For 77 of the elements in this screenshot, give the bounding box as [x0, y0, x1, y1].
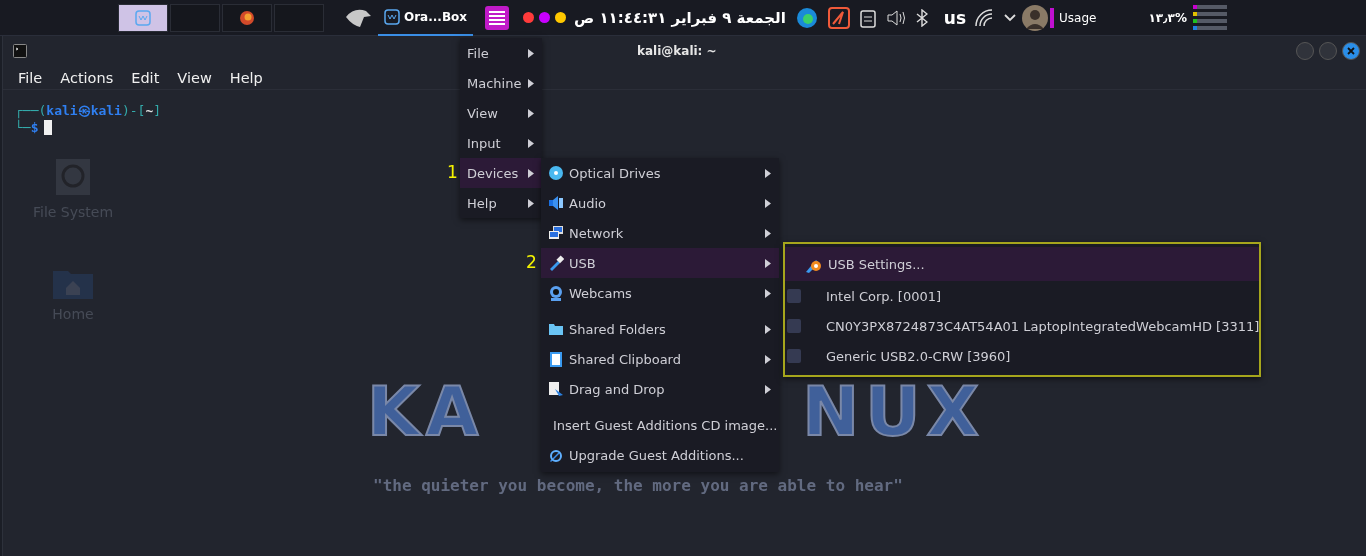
- annotation-number: 2: [526, 252, 537, 272]
- virtualbox-icon: [135, 9, 151, 26]
- usage-bar-icon: [1050, 7, 1055, 28]
- close-button[interactable]: [1342, 42, 1360, 60]
- submenu-arrow-icon: [528, 168, 534, 178]
- submenu-arrow-icon: [528, 48, 534, 58]
- menu-item[interactable]: Optical Drives: [541, 158, 779, 188]
- menu-item[interactable]: Webcams: [541, 278, 779, 308]
- usage-label: Usage: [1059, 10, 1097, 25]
- menu-item[interactable]: View: [168, 69, 221, 86]
- webcam-icon: [548, 285, 564, 301]
- annotation-number: 1: [447, 162, 458, 182]
- wallpaper-logo: KA: [367, 378, 485, 446]
- usage-meter: [1192, 12, 1227, 16]
- menu-item[interactable]: File: [460, 38, 542, 68]
- menu-item[interactable]: Shared Clipboard: [541, 344, 779, 374]
- usb-device-item[interactable]: CN0Y3PX8724873C4AT54A01 LaptopIntegratedWebcamHD [3311]: [785, 311, 1259, 341]
- pdf-icon[interactable]: [827, 6, 850, 29]
- wallpaper-tagline: "the quieter you become, the more you are able to hear": [373, 476, 903, 495]
- workspace-button[interactable]: [222, 3, 272, 32]
- edge-icon[interactable]: [795, 6, 818, 29]
- menu-item[interactable]: View: [460, 98, 542, 128]
- usage-value: ١٣٫٣%: [1148, 10, 1187, 25]
- prompt-text: ┌──(kali㉿kali)-[~]: [15, 102, 162, 120]
- menu-item[interactable]: Shared Folders: [541, 314, 779, 344]
- menu-item[interactable]: Input: [460, 128, 542, 158]
- menu-item[interactable]: USB Settings...: [785, 247, 1259, 281]
- volume-icon[interactable]: [885, 8, 906, 27]
- clock-text: الجمعة ٩ فبراير ١١:٤٤:٣١ ص: [574, 8, 786, 27]
- folder-icon: [548, 321, 564, 337]
- menu-item[interactable]: Edit: [122, 69, 169, 86]
- checkbox[interactable]: [787, 319, 801, 333]
- menu-item[interactable]: Help: [460, 188, 542, 218]
- menu-item[interactable]: Machine: [460, 68, 542, 98]
- keyboard-layout-text[interactable]: us: [943, 7, 967, 28]
- upgrade-icon: [548, 447, 564, 463]
- usage-meter: [1192, 26, 1227, 30]
- menu-item[interactable]: Upgrade Guest Additions...: [541, 440, 779, 470]
- menu-item[interactable]: Audio: [541, 188, 779, 218]
- avatar-icon[interactable]: [1022, 4, 1049, 31]
- clipboard-icon[interactable]: [859, 7, 876, 28]
- monitors-icon: [548, 225, 564, 241]
- close-icon: [1347, 47, 1355, 55]
- submenu-arrow-icon: [528, 108, 534, 118]
- menu-item[interactable]: Insert Guest Additions CD image...: [541, 410, 779, 440]
- disc-icon: [548, 165, 564, 181]
- menu-item[interactable]: File: [9, 69, 52, 86]
- submenu-arrow-icon: [528, 198, 534, 208]
- wallpaper-logo: NUX: [802, 378, 985, 446]
- usb-device-item[interactable]: Generic USB2.0-CRW [3960]: [785, 341, 1259, 371]
- usb-stick-icon: [548, 255, 564, 271]
- workspace-button[interactable]: [118, 3, 168, 32]
- usb-device-item[interactable]: Intel Corp. [0001]: [785, 281, 1259, 311]
- virtualbox-icon: [384, 8, 400, 25]
- usage-meter: [1192, 19, 1227, 23]
- menu-item[interactable]: Help: [220, 69, 272, 86]
- menu-item[interactable]: USB: [541, 248, 779, 278]
- checkbox[interactable]: [787, 289, 801, 303]
- text-cursor: [44, 120, 53, 135]
- checkbox[interactable]: [787, 349, 801, 363]
- menu-icon[interactable]: [485, 5, 510, 30]
- clipboard-icon: [548, 351, 564, 367]
- menu-item[interactable]: Network: [541, 218, 779, 248]
- submenu-arrow-icon: [528, 78, 534, 88]
- submenu-arrow-icon: [528, 138, 534, 148]
- menu-item[interactable]: Actions: [51, 69, 123, 86]
- speaker-icon: [548, 195, 564, 211]
- bluetooth-icon[interactable]: [915, 8, 928, 27]
- chevron-icon[interactable]: [1004, 13, 1017, 22]
- window-title: kali@kali: ~: [637, 44, 717, 58]
- prompt-symbol: └─$: [15, 120, 39, 135]
- flame-icon: [238, 8, 256, 27]
- menu-item[interactable]: Drag and Drop: [541, 374, 779, 404]
- menu-item[interactable]: Devices: [460, 158, 542, 188]
- document-arrow-icon: [548, 381, 564, 397]
- usage-meter: [1192, 5, 1227, 9]
- terminal-icon: [13, 44, 27, 58]
